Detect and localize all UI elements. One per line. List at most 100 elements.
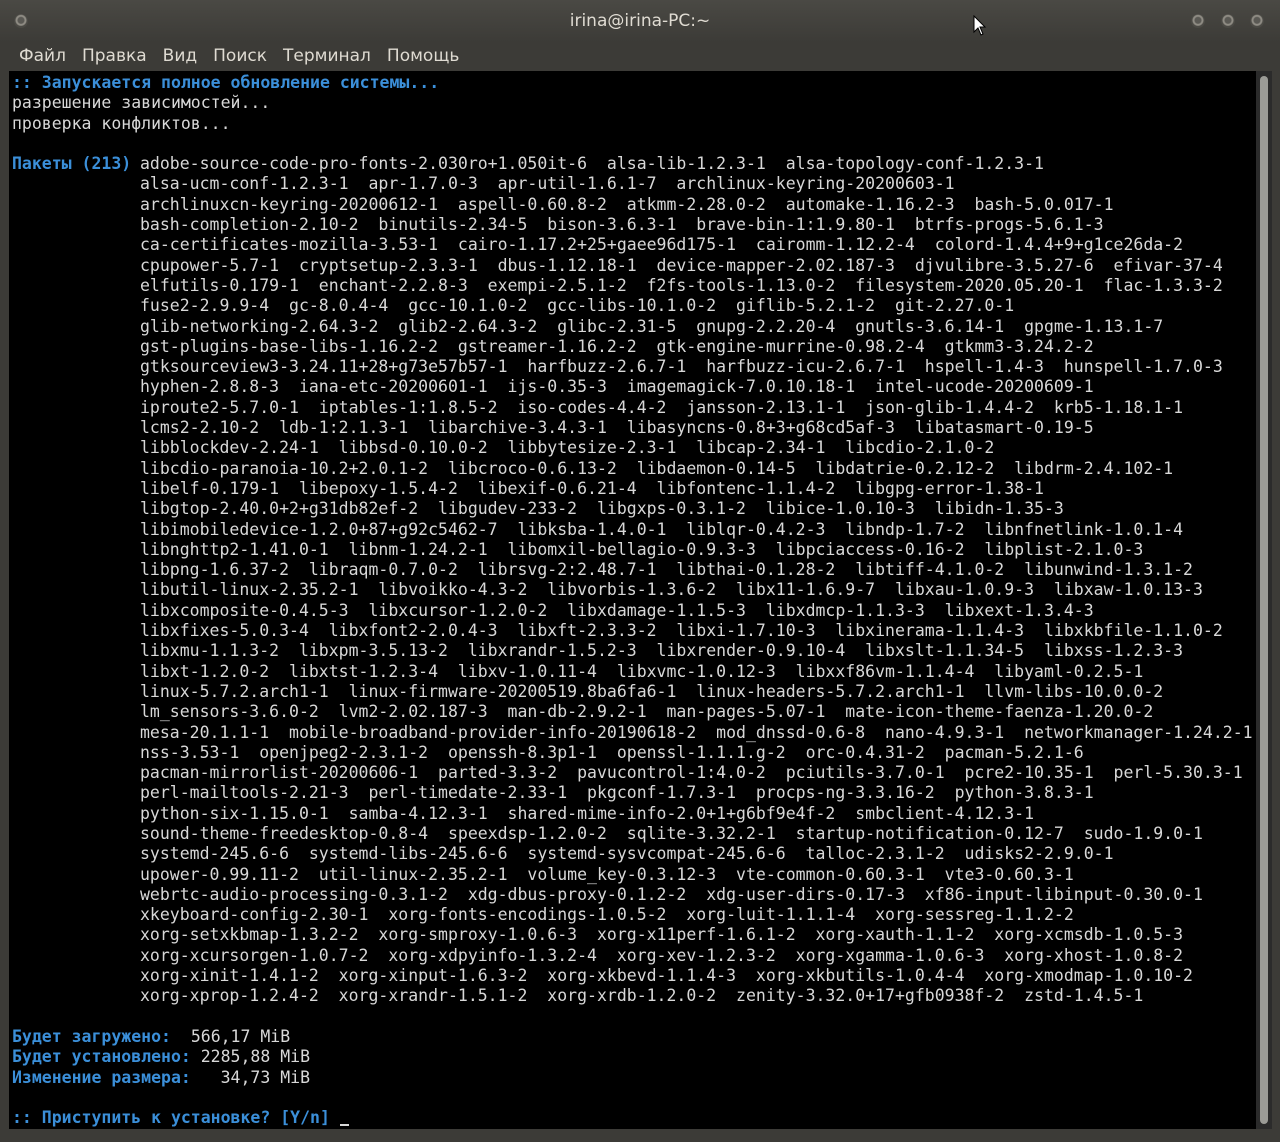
package-line: libxcomposite-0.4.5-3 libxcursor-1.2.0-2… [12,601,1253,621]
package-line: glib-networking-2.64.3-2 glib2-2.64.3-2 … [12,317,1253,337]
package-line: cpupower-5.7-1 cryptsetup-2.3.3-1 dbus-1… [12,256,1253,276]
menu-terminal[interactable]: Терминал [275,42,379,70]
package-line: libpng-1.6.37-2 libraqm-0.7.0-2 librsvg-… [12,560,1253,580]
prompt-line: :: Приступить к установке? [Y/n] [12,1108,1253,1128]
package-line: alsa-ucm-conf-1.2.3-1 apr-1.7.0-3 apr-ut… [12,174,1253,194]
package-names: systemd-245.6-6 systemd-libs-245.6-6 sys… [140,844,1114,864]
package-line: libxmu-1.1.3-2 libxpm-3.5.13-2 libxrandr… [12,641,1253,661]
menu-view[interactable]: Вид [155,42,205,70]
package-names: perl-mailtools-2.21-3 perl-timedate-2.33… [140,783,1094,803]
package-line: libnghttp2-1.41.0-1 libnm-1.24.2-1 libom… [12,540,1253,560]
package-line: upower-0.99.11-2 util-linux-2.35.2-1 vol… [12,865,1253,885]
download-size-label: Будет загружено: [12,1026,171,1046]
package-names: libimobiledevice-1.2.0+87+g92c5462-7 lib… [140,519,1184,539]
package-line: xorg-setxkbmap-1.3.2-2 xorg-smproxy-1.0.… [12,925,1253,945]
package-line: archlinuxcn-keyring-20200612-1 aspell-0.… [12,195,1253,215]
package-line: libelf-0.179-1 libepoxy-1.5.4-2 libexif-… [12,479,1253,499]
package-line: gst-plugins-base-libs-1.16.2-2 gstreamer… [12,337,1253,357]
package-names: bash-completion-2.10-2 binutils-2.34-5 b… [140,215,1104,235]
package-names: xorg-xprop-1.2.4-2 xorg-xrandr-1.5.1-2 x… [140,986,1144,1006]
terminal-area[interactable]: :: Запускается полное обновление системы… [9,71,1256,1129]
package-names: ca-certificates-mozilla-3.53-1 cairo-1.1… [140,235,1184,255]
package-line: libxt-1.2.0-2 libxtst-1.2.3-4 libxv-1.0.… [12,662,1253,682]
install-size-label: Будет установлено: [12,1047,191,1067]
mouse-pointer-icon [973,15,987,36]
package-line: elfutils-0.179-1 enchant-2.2.8-3 exempi-… [12,276,1253,296]
package-line: ca-certificates-mozilla-3.53-1 cairo-1.1… [12,235,1253,255]
package-names: webrtc-audio-processing-0.3.1-2 xdg-dbus… [140,884,1203,904]
package-names: python-six-1.15.0-1 samba-4.12.3-1 share… [140,803,1035,823]
upgrade-start-line: :: Запускается полное обновление системы… [12,73,440,92]
package-names: upower-0.99.11-2 util-linux-2.35.2-1 vol… [140,864,1074,884]
menu-edit[interactable]: Правка [74,42,155,70]
package-names: cpupower-5.7-1 cryptsetup-2.3.3-1 dbus-1… [140,255,1223,275]
package-line: perl-mailtools-2.21-3 perl-timedate-2.33… [12,783,1253,803]
package-names: libblockdev-2.24-1 libbsd-0.10.0-2 libby… [140,438,995,458]
conflicts-line: проверка конфликтов... [12,113,231,133]
package-line: Пакеты (213) adobe-source-code-pro-fonts-… [12,154,1253,174]
package-line: xorg-xinit-1.4.1-2 xorg-xinput-1.6.3-2 x… [12,966,1253,986]
package-names: gst-plugins-base-libs-1.16.2-2 gstreamer… [140,336,1094,356]
resolving-line: разрешение зависимостей... [12,93,271,113]
package-line: libutil-linux-2.35.2-1 libvoikko-4.3-2 l… [12,580,1253,600]
package-names: libutil-linux-2.35.2-1 libvoikko-4.3-2 l… [140,580,1203,600]
package-names: gtksourceview3-3.24.11+28+g73e57b57-1 ha… [140,357,1223,377]
text-cursor [339,1124,349,1127]
package-names: libxfixes-5.0.3-4 libxfont2-2.0.4-3 libx… [140,621,1223,641]
download-size-value: 566,17 MiB [170,1026,291,1046]
size-change-row: Изменение размера: 34,73 MiB [12,1068,1253,1088]
package-names: libxcomposite-0.4.5-3 libxcursor-1.2.0-2… [140,600,1094,620]
close-icon[interactable] [1250,14,1264,28]
package-line: pacman-mirrorlist-20200606-1 parted-3.3-… [12,763,1253,783]
package-line: systemd-245.6-6 systemd-libs-245.6-6 sys… [12,844,1253,864]
package-names: lcms2-2.10-2 ldb-1:2.1.3-1 libarchive-3.… [140,418,1094,438]
package-names: libxt-1.2.0-2 libxtst-1.2.3-4 libxv-1.0.… [140,661,1144,681]
package-names: elfutils-0.179-1 enchant-2.2.8-3 exempi-… [140,275,1223,295]
package-names: libxmu-1.1.3-2 libxpm-3.5.13-2 libxrandr… [140,641,1184,661]
packages-count-label: Пакеты (213) [12,154,132,174]
package-names: sound-theme-freedesktop-0.8-4 speexdsp-1… [140,823,1203,843]
package-line: xorg-xcursorgen-1.0.7-2 xorg-xdpyinfo-1.… [12,946,1253,966]
maximize-icon[interactable] [1221,14,1235,28]
package-line: iproute2-5.7.0-1 iptables-1:1.8.5-2 iso-… [12,398,1253,418]
install-size-value: 2285,88 MiB [190,1047,311,1067]
package-line: libxfixes-5.0.3-4 libxfont2-2.0.4-3 libx… [12,621,1253,641]
package-names: fuse2-2.9.9-4 gc-8.0.4-4 gcc-10.1.0-2 gc… [140,296,1015,316]
package-names: glib-networking-2.64.3-2 glib2-2.64.3-2 … [140,316,1164,336]
package-line: linux-5.7.2.arch1-1 linux-firmware-20200… [12,682,1253,702]
package-names: hyphen-2.8.8-3 iana-etc-20200601-1 ijs-0… [140,377,1094,397]
download-size-row: Будет загружено: 566,17 MiB [12,1027,1253,1047]
menu-file[interactable]: Файл [11,42,74,70]
package-names: xorg-xcursorgen-1.0.7-2 xorg-xdpyinfo-1.… [140,945,1184,965]
package-names: alsa-ucm-conf-1.2.3-1 apr-1.7.0-3 apr-ut… [140,174,955,194]
package-line: libblockdev-2.24-1 libbsd-0.10.0-2 libby… [12,438,1253,458]
package-names: xkeyboard-config-2.30-1 xorg-fonts-encod… [140,905,1074,925]
package-line: libcdio-paranoia-10.2+2.0.1-2 libcroco-0… [12,459,1253,479]
minimize-icon[interactable] [1191,14,1205,28]
menu-search[interactable]: Поиск [205,42,275,70]
terminal-output: :: Запускается полное обновление системы… [12,73,1253,1128]
package-names: xorg-setxkbmap-1.3.2-2 xorg-smproxy-1.0.… [140,925,1184,945]
package-names: xorg-xinit-1.4.1-2 xorg-xinput-1.6.3-2 x… [140,966,1193,986]
package-names: lm_sensors-3.6.0-2 lvm2-2.02.187-3 man-d… [140,702,1154,722]
package-line: bash-completion-2.10-2 binutils-2.34-5 b… [12,215,1253,235]
package-names: libelf-0.179-1 libepoxy-1.5.4-2 libexif-… [140,478,1044,498]
package-line: webrtc-audio-processing-0.3.1-2 xdg-dbus… [12,885,1253,905]
package-names: pacman-mirrorlist-20200606-1 parted-3.3-… [140,763,1243,783]
menu-help[interactable]: Помощь [379,42,467,70]
package-line: lcms2-2.10-2 ldb-1:2.1.3-1 libarchive-3.… [12,418,1253,438]
title-bar[interactable]: irina@irina-PC:~ [0,0,1280,42]
window-frame-bottom [0,1129,1280,1142]
package-line: libimobiledevice-1.2.0+87+g92c5462-7 lib… [12,520,1253,540]
scrollbar-thumb[interactable] [1260,76,1268,1124]
package-names: libpng-1.6.37-2 libraqm-0.7.0-2 librsvg-… [140,560,1193,580]
package-line: mesa-20.1.1-1 mobile-broadband-provider-… [12,723,1253,743]
package-names: nss-3.53-1 openjpeg2-2.3.1-2 openssh-8.3… [140,742,1084,762]
package-line: xorg-xprop-1.2.4-2 xorg-xrandr-1.5.1-2 x… [12,986,1253,1006]
package-line: sound-theme-freedesktop-0.8-4 speexdsp-1… [12,824,1253,844]
package-line: nss-3.53-1 openjpeg2-2.3.1-2 openssh-8.3… [12,743,1253,763]
install-size-row: Будет установлено: 2285,88 MiB [12,1047,1253,1067]
